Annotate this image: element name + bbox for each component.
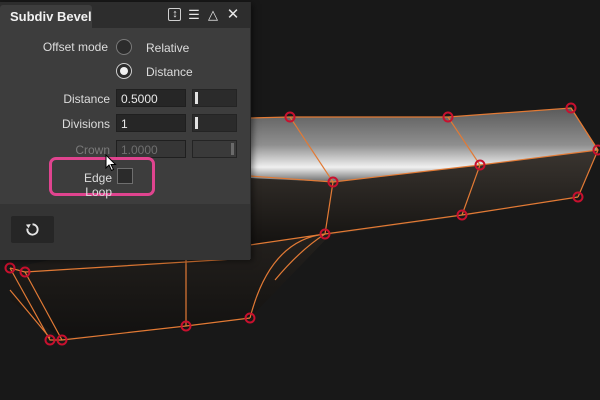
divisions-slider[interactable] — [192, 114, 237, 132]
panel-footer — [0, 204, 250, 260]
menu-icon[interactable]: ☰ — [185, 6, 203, 24]
radio-relative-label[interactable]: Relative — [146, 41, 189, 55]
radio-relative[interactable] — [116, 39, 132, 55]
divisions-input[interactable]: 1 — [116, 114, 186, 132]
crown-input: 1.0000 — [116, 140, 186, 158]
offset-mode-label: Offset mode — [42, 40, 108, 54]
distance-label: Distance — [63, 92, 110, 106]
mouse-cursor-icon — [105, 154, 117, 172]
radio-distance[interactable] — [116, 63, 132, 79]
reset-button[interactable] — [11, 216, 54, 243]
subdiv-bevel-panel: Subdiv Bevel ↕ ☰ △ ✕ Offset mode Relativ… — [0, 2, 251, 260]
panel-title[interactable]: Subdiv Bevel — [0, 5, 92, 28]
edge-loop-label: Edge Loop — [83, 171, 112, 199]
panel-titlebar[interactable]: Subdiv Bevel ↕ ☰ △ ✕ — [0, 2, 250, 28]
distance-slider[interactable] — [192, 89, 237, 107]
distance-input[interactable]: 0.5000 — [116, 89, 186, 107]
slider-handle — [231, 143, 234, 155]
crown-label: Crown — [75, 143, 110, 157]
edge-loop-checkbox[interactable] — [117, 168, 133, 184]
slider-handle[interactable] — [195, 117, 198, 129]
divisions-label: Divisions — [61, 117, 110, 131]
crown-slider — [192, 140, 237, 158]
radio-distance-label[interactable]: Distance — [146, 65, 193, 79]
slider-handle[interactable] — [195, 92, 198, 104]
reset-icon — [25, 223, 39, 236]
close-icon[interactable]: ✕ — [224, 6, 242, 24]
triangle-icon[interactable]: △ — [204, 6, 222, 24]
sort-toggle-icon[interactable]: ↕ — [166, 6, 184, 24]
